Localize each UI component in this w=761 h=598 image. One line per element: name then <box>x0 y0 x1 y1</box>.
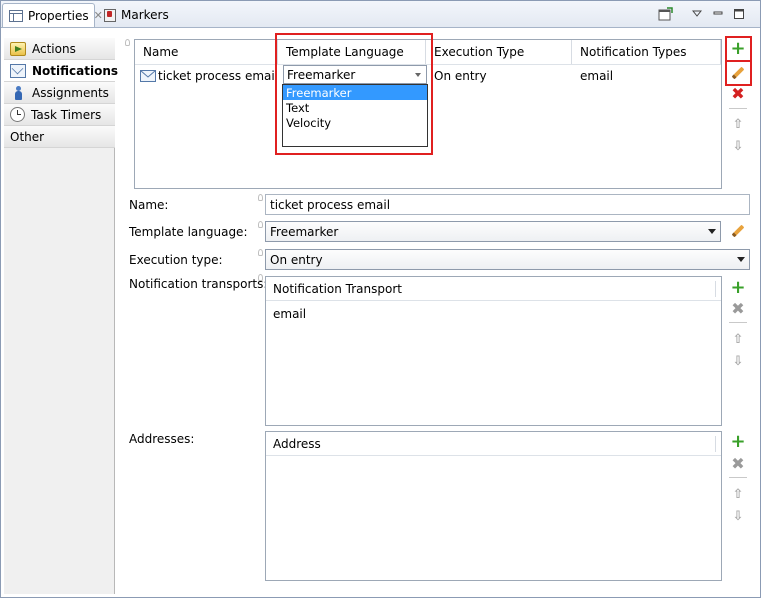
column-header-name[interactable]: Name <box>135 40 278 64</box>
markers-icon <box>104 8 116 22</box>
template-language-select[interactable]: Freemarker <box>265 221 721 242</box>
remove-address-button[interactable]: ✖ <box>729 455 747 473</box>
template-language-dropdown-list[interactable]: Freemarker Text Velocity <box>282 84 428 147</box>
column-header-execution-type[interactable]: Execution Type <box>426 40 572 64</box>
execution-type-select[interactable]: On entry <box>265 249 750 270</box>
execution-type-select-value: On entry <box>270 252 323 267</box>
category-actions[interactable]: Actions <box>4 38 115 60</box>
pencil-icon <box>731 224 745 238</box>
remove-transport-button[interactable]: ✖ <box>729 300 747 318</box>
field-decoration-icon <box>258 274 263 281</box>
column-header-template-language[interactable]: Template Language <box>278 40 426 64</box>
column-header-label: Notification Transport <box>273 281 402 296</box>
addresses-table[interactable]: Address <box>265 431 722 581</box>
person-icon <box>13 85 23 100</box>
move-down-button[interactable]: ⇩ <box>729 137 747 155</box>
execution-type-label-text: Execution type: <box>129 253 223 267</box>
toolbar-separator <box>729 477 747 478</box>
category-task-timers[interactable]: Task Timers <box>4 104 115 126</box>
category-other[interactable]: Other <box>4 126 115 148</box>
template-language-select-value: Freemarker <box>270 224 339 239</box>
remove-notification-button[interactable]: ✖ <box>729 85 747 103</box>
table-row[interactable]: email <box>273 305 306 323</box>
dropdown-option-velocity[interactable]: Velocity <box>283 115 427 130</box>
column-header-label: Template Language <box>286 45 404 59</box>
toolbar-separator <box>729 322 747 323</box>
edit-template-button[interactable] <box>729 222 747 240</box>
move-down-button[interactable]: ⇩ <box>729 507 747 525</box>
template-language-cell-combo[interactable]: Freemarker <box>283 65 427 84</box>
category-assignments[interactable]: Assignments <box>4 82 115 104</box>
category-label: Task Timers <box>31 107 102 122</box>
column-header-notification-transport[interactable]: Notification Transport <box>266 277 721 301</box>
chevron-down-icon <box>737 257 745 262</box>
dropdown-option-text[interactable]: Text <box>283 100 427 115</box>
addresses-label-text: Addresses: <box>129 432 195 446</box>
chevron-down-icon <box>708 229 716 234</box>
add-notification-button[interactable]: + <box>729 40 747 58</box>
column-header-label: Notification Types <box>580 45 687 59</box>
template-language-label-text: Template language: <box>129 225 248 239</box>
timer-icon <box>10 107 25 122</box>
add-transport-button[interactable]: + <box>729 279 747 297</box>
mail-icon <box>140 70 156 82</box>
column-header-notification-types[interactable]: Notification Types <box>572 40 721 64</box>
name-label: Name: <box>129 196 168 214</box>
chevron-down-icon[interactable] <box>415 73 421 77</box>
transports-label-text: Notification transports: <box>129 277 268 291</box>
table-row[interactable]: ticket process email <box>140 65 278 87</box>
template-language-label: Template language: <box>129 223 247 241</box>
actions-icon <box>10 41 26 56</box>
field-decoration-icon <box>258 221 263 228</box>
field-decoration-icon <box>258 194 263 201</box>
column-header-label: Address <box>273 436 321 451</box>
name-label-text: Name: <box>129 198 169 212</box>
minimize-icon[interactable] <box>710 6 726 22</box>
move-up-button[interactable]: ⇧ <box>729 485 747 503</box>
move-down-button[interactable]: ⇩ <box>729 352 747 370</box>
toolbar-separator <box>729 108 747 109</box>
tab-properties-label: Properties <box>28 8 89 23</box>
notifications-table[interactable]: Name Template Language Execution Type No… <box>134 39 722 189</box>
pencil-icon <box>731 66 745 80</box>
mail-icon <box>10 63 26 78</box>
notification-transports-table[interactable]: Notification Transport email <box>265 276 722 426</box>
row-notification-types: email <box>580 69 614 83</box>
transports-label: Notification transports: <box>129 275 267 293</box>
move-up-button[interactable]: ⇧ <box>729 330 747 348</box>
category-label: Other <box>10 129 45 144</box>
column-header-address[interactable]: Address <box>266 432 721 456</box>
execution-type-label: Execution type: <box>129 251 223 269</box>
edit-notification-button[interactable] <box>729 64 747 82</box>
name-field-value: ticket process email <box>270 197 391 212</box>
add-address-button[interactable]: + <box>729 433 747 451</box>
maximize-icon[interactable] <box>731 6 747 22</box>
view-menu-icon[interactable] <box>689 6 705 22</box>
addresses-label: Addresses: <box>129 430 194 448</box>
tab-properties[interactable]: Properties ✕ <box>2 3 103 27</box>
properties-icon <box>9 9 23 22</box>
field-decoration-icon <box>258 249 263 256</box>
tab-markers-label: Markers <box>121 8 169 22</box>
move-up-button[interactable]: ⇧ <box>729 115 747 133</box>
name-field[interactable]: ticket process email <box>265 194 750 215</box>
row-execution-type: On entry <box>434 69 487 83</box>
category-notifications[interactable]: Notifications <box>4 60 119 82</box>
category-label: Actions <box>32 41 76 56</box>
pin-view-icon[interactable] <box>658 6 674 22</box>
combo-selected-value: Freemarker <box>287 67 356 82</box>
dropdown-option-freemarker[interactable]: Freemarker <box>283 85 427 100</box>
column-header-label: Name <box>143 45 179 59</box>
category-label: Assignments <box>32 85 109 100</box>
column-header-label: Execution Type <box>434 45 525 59</box>
tab-markers[interactable]: Markers <box>98 3 178 27</box>
info-decoration-icon <box>125 39 130 46</box>
row-name: ticket process email <box>158 69 279 83</box>
category-label: Notifications <box>32 63 119 78</box>
